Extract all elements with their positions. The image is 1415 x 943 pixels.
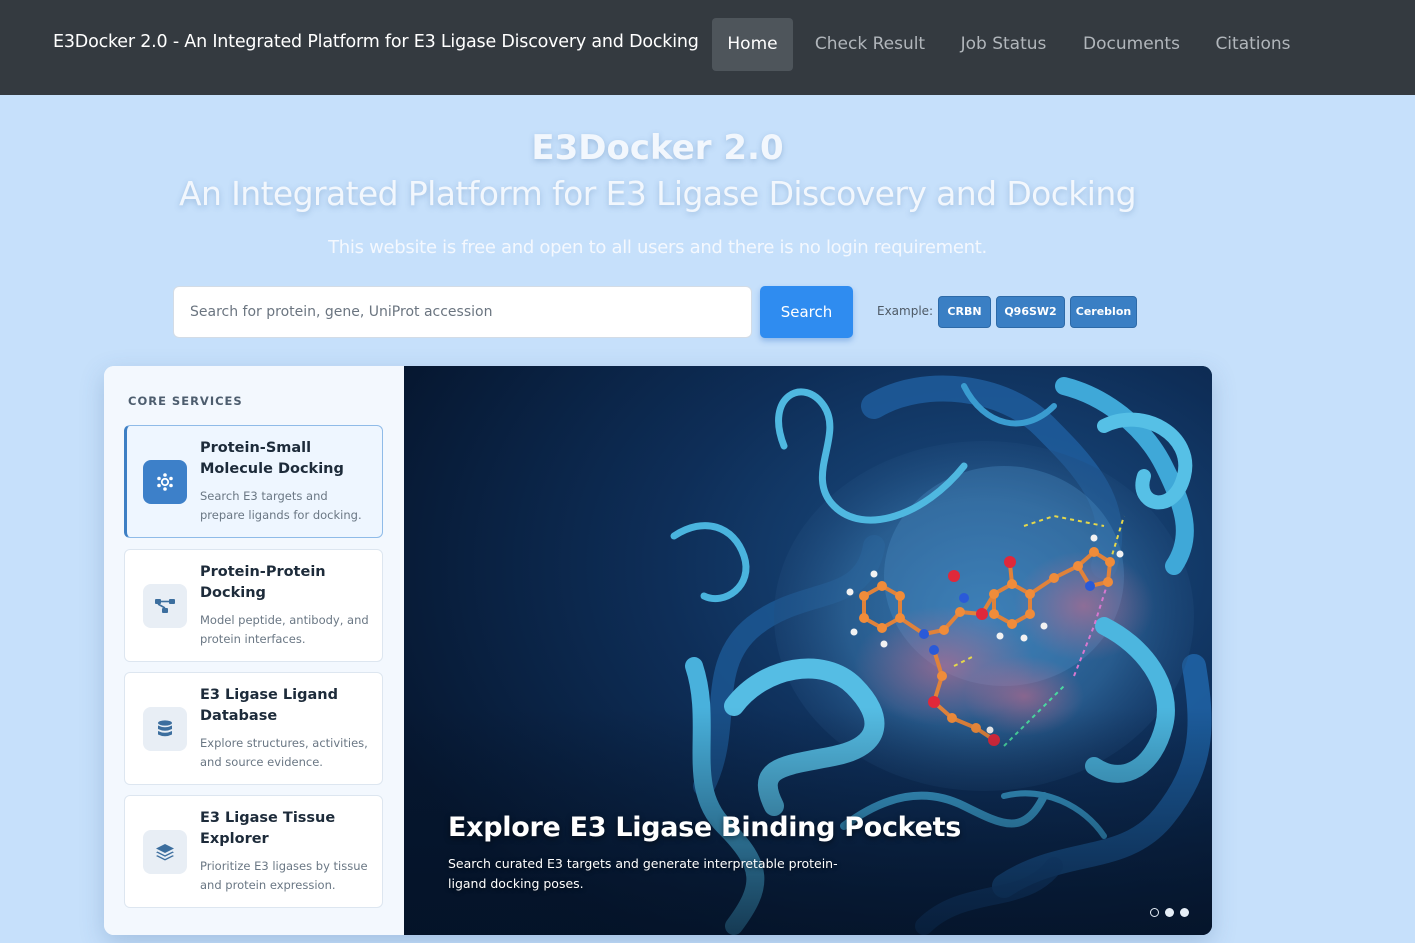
service-description: Explore structures, activities, and sour…: [200, 736, 368, 769]
service-description: Search E3 targets and prepare ligands fo…: [200, 489, 362, 522]
layers-icon: [143, 830, 187, 874]
slide-title: Explore E3 Ligase Binding Pockets: [448, 812, 961, 843]
core-services-panel: CORE SERVICES Protein-Small Molecule Doc…: [104, 366, 404, 935]
example-chip-q96sw2[interactable]: Q96SW2: [996, 296, 1065, 328]
example-label: Example:: [877, 304, 934, 318]
protein-structure-illustration: [404, 366, 1212, 935]
molecule-icon: [143, 460, 187, 504]
service-title: E3 Ligase Tissue Explorer: [200, 810, 336, 847]
nav-citations[interactable]: Citations: [1210, 18, 1296, 71]
example-chip-crbn[interactable]: CRBN: [938, 296, 991, 328]
example-chip-cereblon[interactable]: Cereblon: [1070, 296, 1137, 328]
main-card: CORE SERVICES Protein-Small Molecule Doc…: [104, 366, 1212, 935]
core-services-heading: CORE SERVICES: [128, 394, 243, 408]
carousel-dot-2[interactable]: [1165, 908, 1174, 917]
nav-check-result[interactable]: Check Result: [809, 18, 931, 71]
nav-job-status[interactable]: Job Status: [954, 18, 1053, 71]
carousel-indicators: [1150, 908, 1189, 917]
nav-documents[interactable]: Documents: [1078, 18, 1185, 71]
slide-description: Search curated E3 targets and generate i…: [448, 856, 838, 891]
service-title: E3 Ligase Ligand Database: [200, 687, 339, 724]
carousel[interactable]: Explore E3 Ligase Binding Pockets Search…: [404, 366, 1212, 935]
network-icon: [143, 584, 187, 628]
service-description: Prioritize E3 ligases by tissue and prot…: [200, 859, 368, 892]
nav-home[interactable]: Home: [712, 18, 793, 71]
service-protein-small-molecule-docking[interactable]: Protein-Small Molecule Docking Search E3…: [124, 425, 383, 538]
search-button[interactable]: Search: [760, 286, 853, 338]
hero-subtitle: An Integrated Platform for E3 Ligase Dis…: [178, 174, 1137, 213]
brand-title[interactable]: E3Docker 2.0 - An Integrated Platform fo…: [53, 32, 699, 52]
service-e3-ligase-ligand-database[interactable]: E3 Ligase Ligand Database Explore struct…: [124, 672, 383, 785]
carousel-dot-3[interactable]: [1180, 908, 1189, 917]
service-description: Model peptide, antibody, and protein int…: [200, 613, 369, 646]
hero-title: E3Docker 2.0: [531, 128, 784, 168]
carousel-dot-1[interactable]: [1150, 908, 1159, 917]
database-icon: [143, 707, 187, 751]
service-title: Protein-Protein Docking: [200, 564, 326, 601]
top-navbar: E3Docker 2.0 - An Integrated Platform fo…: [0, 0, 1415, 95]
hero-note: This website is free and open to all use…: [328, 237, 987, 258]
service-protein-protein-docking[interactable]: Protein-Protein Docking Model peptide, a…: [124, 549, 383, 662]
service-e3-ligase-tissue-explorer[interactable]: E3 Ligase Tissue Explorer Prioritize E3 …: [124, 795, 383, 908]
search-input[interactable]: [173, 286, 752, 338]
service-title: Protein-Small Molecule Docking: [200, 440, 344, 477]
